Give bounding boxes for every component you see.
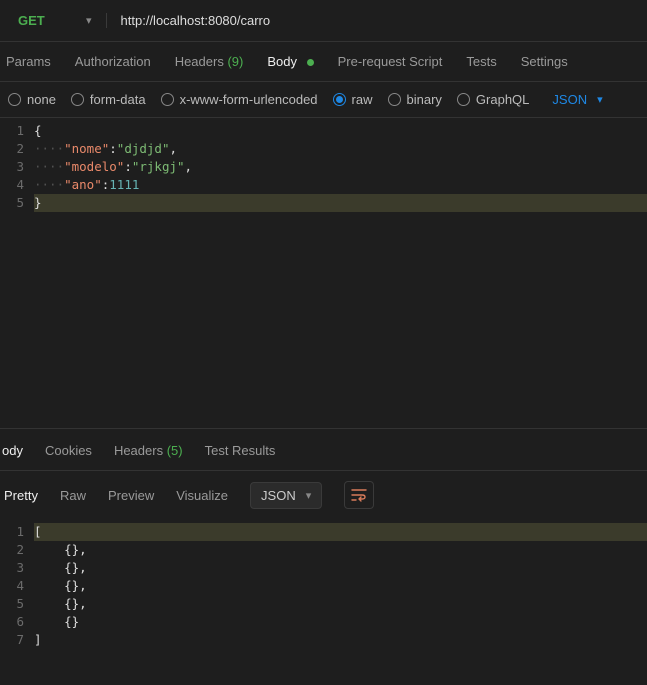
chevron-down-icon: ▾ bbox=[86, 14, 92, 27]
response-format-label: JSON bbox=[261, 488, 296, 503]
code-line: {}, bbox=[34, 559, 647, 577]
tab-prerequest[interactable]: Pre-request Script bbox=[338, 54, 443, 69]
code-line: ····"nome":"djdjd", bbox=[34, 140, 647, 158]
radio-icon bbox=[457, 93, 470, 106]
code-area[interactable]: {····"nome":"djdjd",····"modelo":"rjkgj"… bbox=[34, 118, 647, 428]
chevron-down-icon: ▾ bbox=[306, 489, 312, 502]
radio-raw-label: raw bbox=[352, 92, 373, 107]
resp-tab-cookies[interactable]: Cookies bbox=[45, 443, 92, 458]
resp-headers-count: (5) bbox=[167, 443, 183, 458]
request-url-bar: GET ▾ http://localhost:8080/carro bbox=[0, 0, 647, 42]
http-method: GET bbox=[8, 13, 68, 28]
response-tabs: ody Cookies Headers (5) Test Results bbox=[0, 428, 647, 471]
view-pretty[interactable]: Pretty bbox=[4, 488, 38, 503]
code-area[interactable]: [ {}, {}, {}, {}, {}] bbox=[34, 519, 647, 653]
tab-headers[interactable]: Headers (9) bbox=[175, 54, 244, 69]
body-dirty-indicator bbox=[307, 59, 314, 66]
tab-params[interactable]: Params bbox=[6, 54, 51, 69]
code-line: {}, bbox=[34, 541, 647, 559]
radio-urlencoded[interactable]: x-www-form-urlencoded bbox=[161, 92, 318, 107]
resp-tab-testresults[interactable]: Test Results bbox=[205, 443, 276, 458]
wrap-lines-button[interactable] bbox=[344, 481, 374, 509]
tab-settings[interactable]: Settings bbox=[521, 54, 568, 69]
response-body-editor[interactable]: 1234567 [ {}, {}, {}, {}, {}] bbox=[0, 519, 647, 653]
view-preview[interactable]: Preview bbox=[108, 488, 154, 503]
response-view-bar: Pretty Raw Preview Visualize JSON ▾ bbox=[0, 471, 647, 519]
tab-body[interactable]: Body bbox=[267, 54, 313, 69]
code-line: {}, bbox=[34, 595, 647, 613]
tab-authorization[interactable]: Authorization bbox=[75, 54, 151, 69]
radio-icon-checked bbox=[333, 93, 346, 106]
code-line: { bbox=[34, 122, 647, 140]
radio-none[interactable]: none bbox=[8, 92, 56, 107]
radio-raw[interactable]: raw bbox=[333, 92, 373, 107]
radio-none-label: none bbox=[27, 92, 56, 107]
tab-tests[interactable]: Tests bbox=[466, 54, 496, 69]
radio-formdata-label: form-data bbox=[90, 92, 146, 107]
tab-headers-label: Headers bbox=[175, 54, 224, 69]
radio-icon bbox=[161, 93, 174, 106]
resp-tab-body[interactable]: ody bbox=[2, 443, 23, 458]
tab-body-label: Body bbox=[267, 54, 297, 69]
view-raw[interactable]: Raw bbox=[60, 488, 86, 503]
radio-icon bbox=[388, 93, 401, 106]
code-line: } bbox=[34, 194, 647, 212]
view-visualize[interactable]: Visualize bbox=[176, 488, 228, 503]
radio-urlencoded-label: x-www-form-urlencoded bbox=[180, 92, 318, 107]
response-format-select[interactable]: JSON ▾ bbox=[250, 482, 322, 509]
resp-headers-label: Headers bbox=[114, 443, 163, 458]
resp-tab-headers[interactable]: Headers (5) bbox=[114, 443, 183, 458]
wrap-icon bbox=[351, 488, 367, 502]
body-type-row: none form-data x-www-form-urlencoded raw… bbox=[0, 82, 647, 118]
request-tabs: Params Authorization Headers (9) Body Pr… bbox=[0, 42, 647, 82]
method-dropdown[interactable]: GET ▾ bbox=[8, 13, 107, 28]
radio-icon bbox=[71, 93, 84, 106]
radio-icon bbox=[8, 93, 21, 106]
radio-binary-label: binary bbox=[407, 92, 442, 107]
radio-graphql[interactable]: GraphQL bbox=[457, 92, 529, 107]
url-input[interactable]: http://localhost:8080/carro bbox=[107, 13, 271, 28]
code-line: {}, bbox=[34, 577, 647, 595]
code-line: ····"modelo":"rjkgj", bbox=[34, 158, 647, 176]
code-line: [ bbox=[34, 523, 647, 541]
raw-format-select[interactable]: JSON ▾ bbox=[552, 92, 602, 107]
code-line: {} bbox=[34, 613, 647, 631]
raw-format-label: JSON bbox=[552, 92, 587, 107]
code-line: ····"ano":1111 bbox=[34, 176, 647, 194]
code-line: ] bbox=[34, 631, 647, 649]
chevron-down-icon: ▾ bbox=[597, 93, 603, 106]
radio-graphql-label: GraphQL bbox=[476, 92, 529, 107]
radio-formdata[interactable]: form-data bbox=[71, 92, 146, 107]
line-gutter: 1234567 bbox=[0, 519, 34, 653]
request-body-editor[interactable]: 12345 {····"nome":"djdjd",····"modelo":"… bbox=[0, 118, 647, 428]
line-gutter: 12345 bbox=[0, 118, 34, 428]
radio-binary[interactable]: binary bbox=[388, 92, 442, 107]
headers-count: (9) bbox=[227, 54, 243, 69]
